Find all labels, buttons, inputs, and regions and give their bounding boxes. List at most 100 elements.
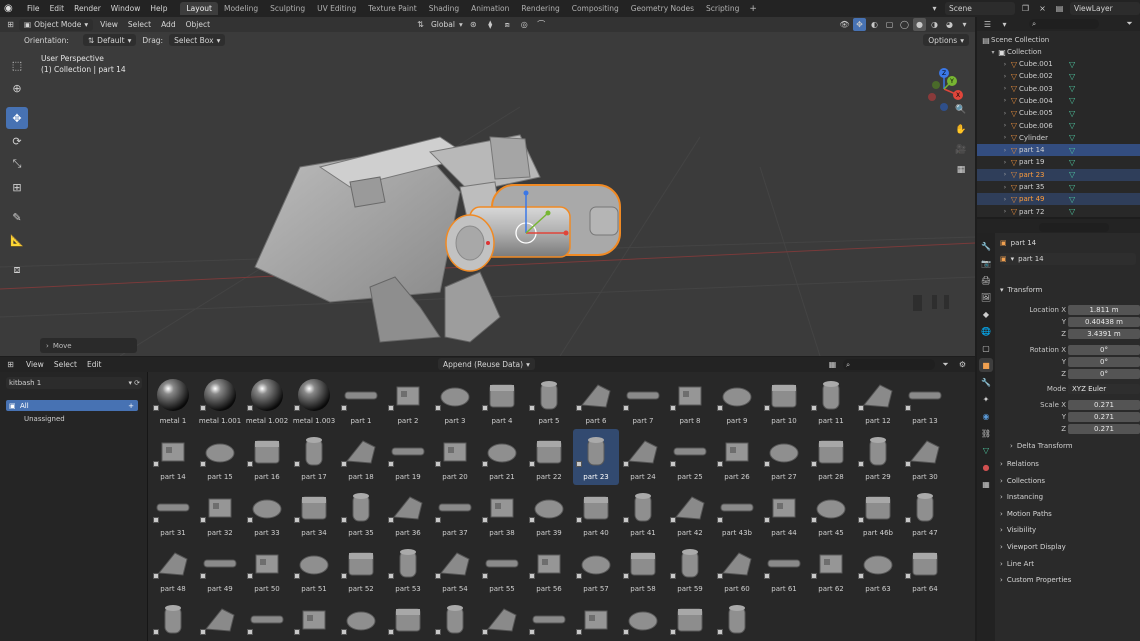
outliner-item[interactable]: › ▽ part 49 ▽ (977, 193, 1140, 206)
filter-icon[interactable]: ⏷ (939, 358, 952, 371)
panel-viewport-display[interactable]: › Viewport Display (1000, 540, 1136, 554)
asset-item[interactable]: part 3 (432, 373, 478, 429)
scene-selector[interactable]: Scene (945, 2, 1015, 15)
mech-model[interactable] (254, 134, 621, 343)
menu-file[interactable]: File (22, 4, 45, 13)
outliner-item[interactable]: › ▽ part 72 ▽ (977, 206, 1140, 218)
tab-uv-editing[interactable]: UV Editing (311, 2, 362, 15)
asset-thumbnail[interactable] (247, 431, 287, 471)
close-scene-icon[interactable]: × (1036, 2, 1049, 15)
snap-icon[interactable]: ⧫ (484, 18, 497, 31)
asset-thumbnail[interactable] (435, 375, 475, 415)
location-y-field[interactable]: 0.40438 m (1068, 316, 1140, 327)
asset-thumbnail[interactable] (858, 487, 898, 527)
asset-item[interactable]: part 38 (479, 485, 525, 541)
xray-icon[interactable]: ▢ (883, 18, 896, 31)
asset-item[interactable]: metal 1.001 (197, 373, 243, 429)
asset-item[interactable]: part 56 (526, 541, 572, 597)
outliner-item[interactable]: › ▽ Cylinder ▽ (977, 132, 1140, 144)
outliner-item[interactable]: › ▽ part 35 ▽ (977, 181, 1140, 193)
world-tab-icon[interactable]: 🌐 (979, 324, 993, 338)
outliner-item[interactable]: › ▽ Cube.005 ▽ (977, 107, 1140, 119)
expand-arrow-icon[interactable]: › (1001, 208, 1009, 215)
display-mode-icon[interactable]: ▾ (998, 18, 1011, 31)
asset-thumbnail[interactable] (717, 375, 757, 415)
outliner-item[interactable]: › ▽ Cube.003 ▽ (977, 83, 1140, 95)
asset-item[interactable]: part 45 (808, 485, 854, 541)
asset-item[interactable]: part 61 (761, 541, 807, 597)
asset-thumbnail[interactable] (435, 543, 475, 583)
asset-menu-select[interactable]: Select (49, 360, 82, 369)
asset-thumbnail[interactable] (811, 431, 851, 471)
asset-item[interactable]: part 14 (150, 429, 196, 485)
asset-item[interactable]: part 76 (667, 597, 713, 641)
menu-help[interactable]: Help (145, 4, 172, 13)
expand-arrow-icon[interactable]: › (1001, 196, 1009, 203)
expand-arrow-icon[interactable]: › (1001, 110, 1009, 117)
asset-thumbnail[interactable] (435, 431, 475, 471)
asset-search-input[interactable]: ⌕ (843, 359, 935, 370)
pivot-icon[interactable]: ⊛ (467, 18, 480, 31)
rotation-z-field[interactable]: 0° (1068, 368, 1140, 379)
asset-item[interactable]: part 59 (667, 541, 713, 597)
asset-thumbnail[interactable] (529, 375, 569, 415)
asset-thumbnail[interactable] (623, 431, 663, 471)
add-cube-tool-icon[interactable]: ⧈ (6, 259, 28, 281)
transform-orientation[interactable]: Global (431, 20, 455, 29)
editor-type-icon[interactable]: ⊞ (4, 18, 17, 31)
menu-render[interactable]: Render (69, 4, 106, 13)
asset-thumbnail[interactable] (341, 599, 381, 639)
asset-thumbnail[interactable] (717, 487, 757, 527)
rotate-tool-icon[interactable]: ⟳ (6, 130, 28, 152)
scale-y-field[interactable]: 0.271 (1068, 411, 1140, 422)
asset-thumbnail[interactable] (294, 431, 334, 471)
asset-item[interactable]: part 52 (338, 541, 384, 597)
texture-tab-icon[interactable]: ▦ (979, 477, 993, 491)
asset-item[interactable]: part 13 (902, 373, 948, 429)
asset-item[interactable]: part 62 (808, 541, 854, 597)
asset-thumbnail[interactable] (247, 375, 287, 415)
expand-arrow-icon[interactable]: › (1001, 122, 1009, 129)
collection-row[interactable]: ▾ ▣ Collection (977, 46, 1140, 58)
orientation-dropdown[interactable]: ⇅ Default ▾ (82, 34, 137, 46)
asset-thumbnail[interactable] (764, 487, 804, 527)
asset-thumbnail[interactable] (576, 487, 616, 527)
asset-menu-view[interactable]: View (21, 360, 49, 369)
asset-item[interactable]: part 55 (479, 541, 525, 597)
add-workspace-icon[interactable]: + (745, 4, 761, 14)
asset-item[interactable]: part 73 (526, 597, 572, 641)
asset-item[interactable]: part 36 (385, 485, 431, 541)
asset-item[interactable]: part 64 (902, 541, 948, 597)
import-method-dropdown[interactable]: Append (Reuse Data) ▾ (438, 358, 535, 370)
asset-item[interactable]: metal 1.002 (244, 373, 290, 429)
asset-thumbnail[interactable] (341, 431, 381, 471)
asset-thumbnail[interactable] (153, 599, 193, 639)
asset-thumbnail[interactable] (529, 487, 569, 527)
wireframe-shading-icon[interactable]: ◯ (898, 18, 911, 31)
asset-item[interactable]: part 57 (573, 541, 619, 597)
rotation-y-field[interactable]: 0° (1068, 356, 1140, 367)
panel-relations[interactable]: › Relations (1000, 457, 1136, 471)
panel-custom-properties[interactable]: › Custom Properties (1000, 573, 1136, 587)
asset-item[interactable]: part 42 (667, 485, 713, 541)
move-tool-icon[interactable]: ✥ (6, 107, 28, 129)
asset-item[interactable]: part 12 (855, 373, 901, 429)
view-layer-selector[interactable]: ViewLayer (1070, 2, 1140, 15)
panel-motion-paths[interactable]: › Motion Paths (1000, 507, 1136, 521)
asset-thumbnail[interactable] (482, 487, 522, 527)
asset-item[interactable]: part 65 (150, 597, 196, 641)
asset-item[interactable]: part 40 (573, 485, 619, 541)
asset-thumbnail[interactable] (811, 375, 851, 415)
asset-item[interactable]: part 4 (479, 373, 525, 429)
data-tab-icon[interactable]: ▽ (979, 443, 993, 457)
tab-scripting[interactable]: Scripting (700, 2, 745, 15)
mode-dropdown[interactable]: ▣ Object Mode ▾ (19, 18, 94, 31)
asset-item[interactable]: part 10 (761, 373, 807, 429)
asset-thumbnail[interactable] (858, 543, 898, 583)
asset-item[interactable]: part 11 (808, 373, 854, 429)
asset-item[interactable]: part 48 (150, 541, 196, 597)
asset-item[interactable]: part 21 (479, 429, 525, 485)
asset-item[interactable]: part 46b (855, 485, 901, 541)
constraints-tab-icon[interactable]: ⛓ (979, 426, 993, 440)
material-shading-icon[interactable]: ◑ (928, 18, 941, 31)
